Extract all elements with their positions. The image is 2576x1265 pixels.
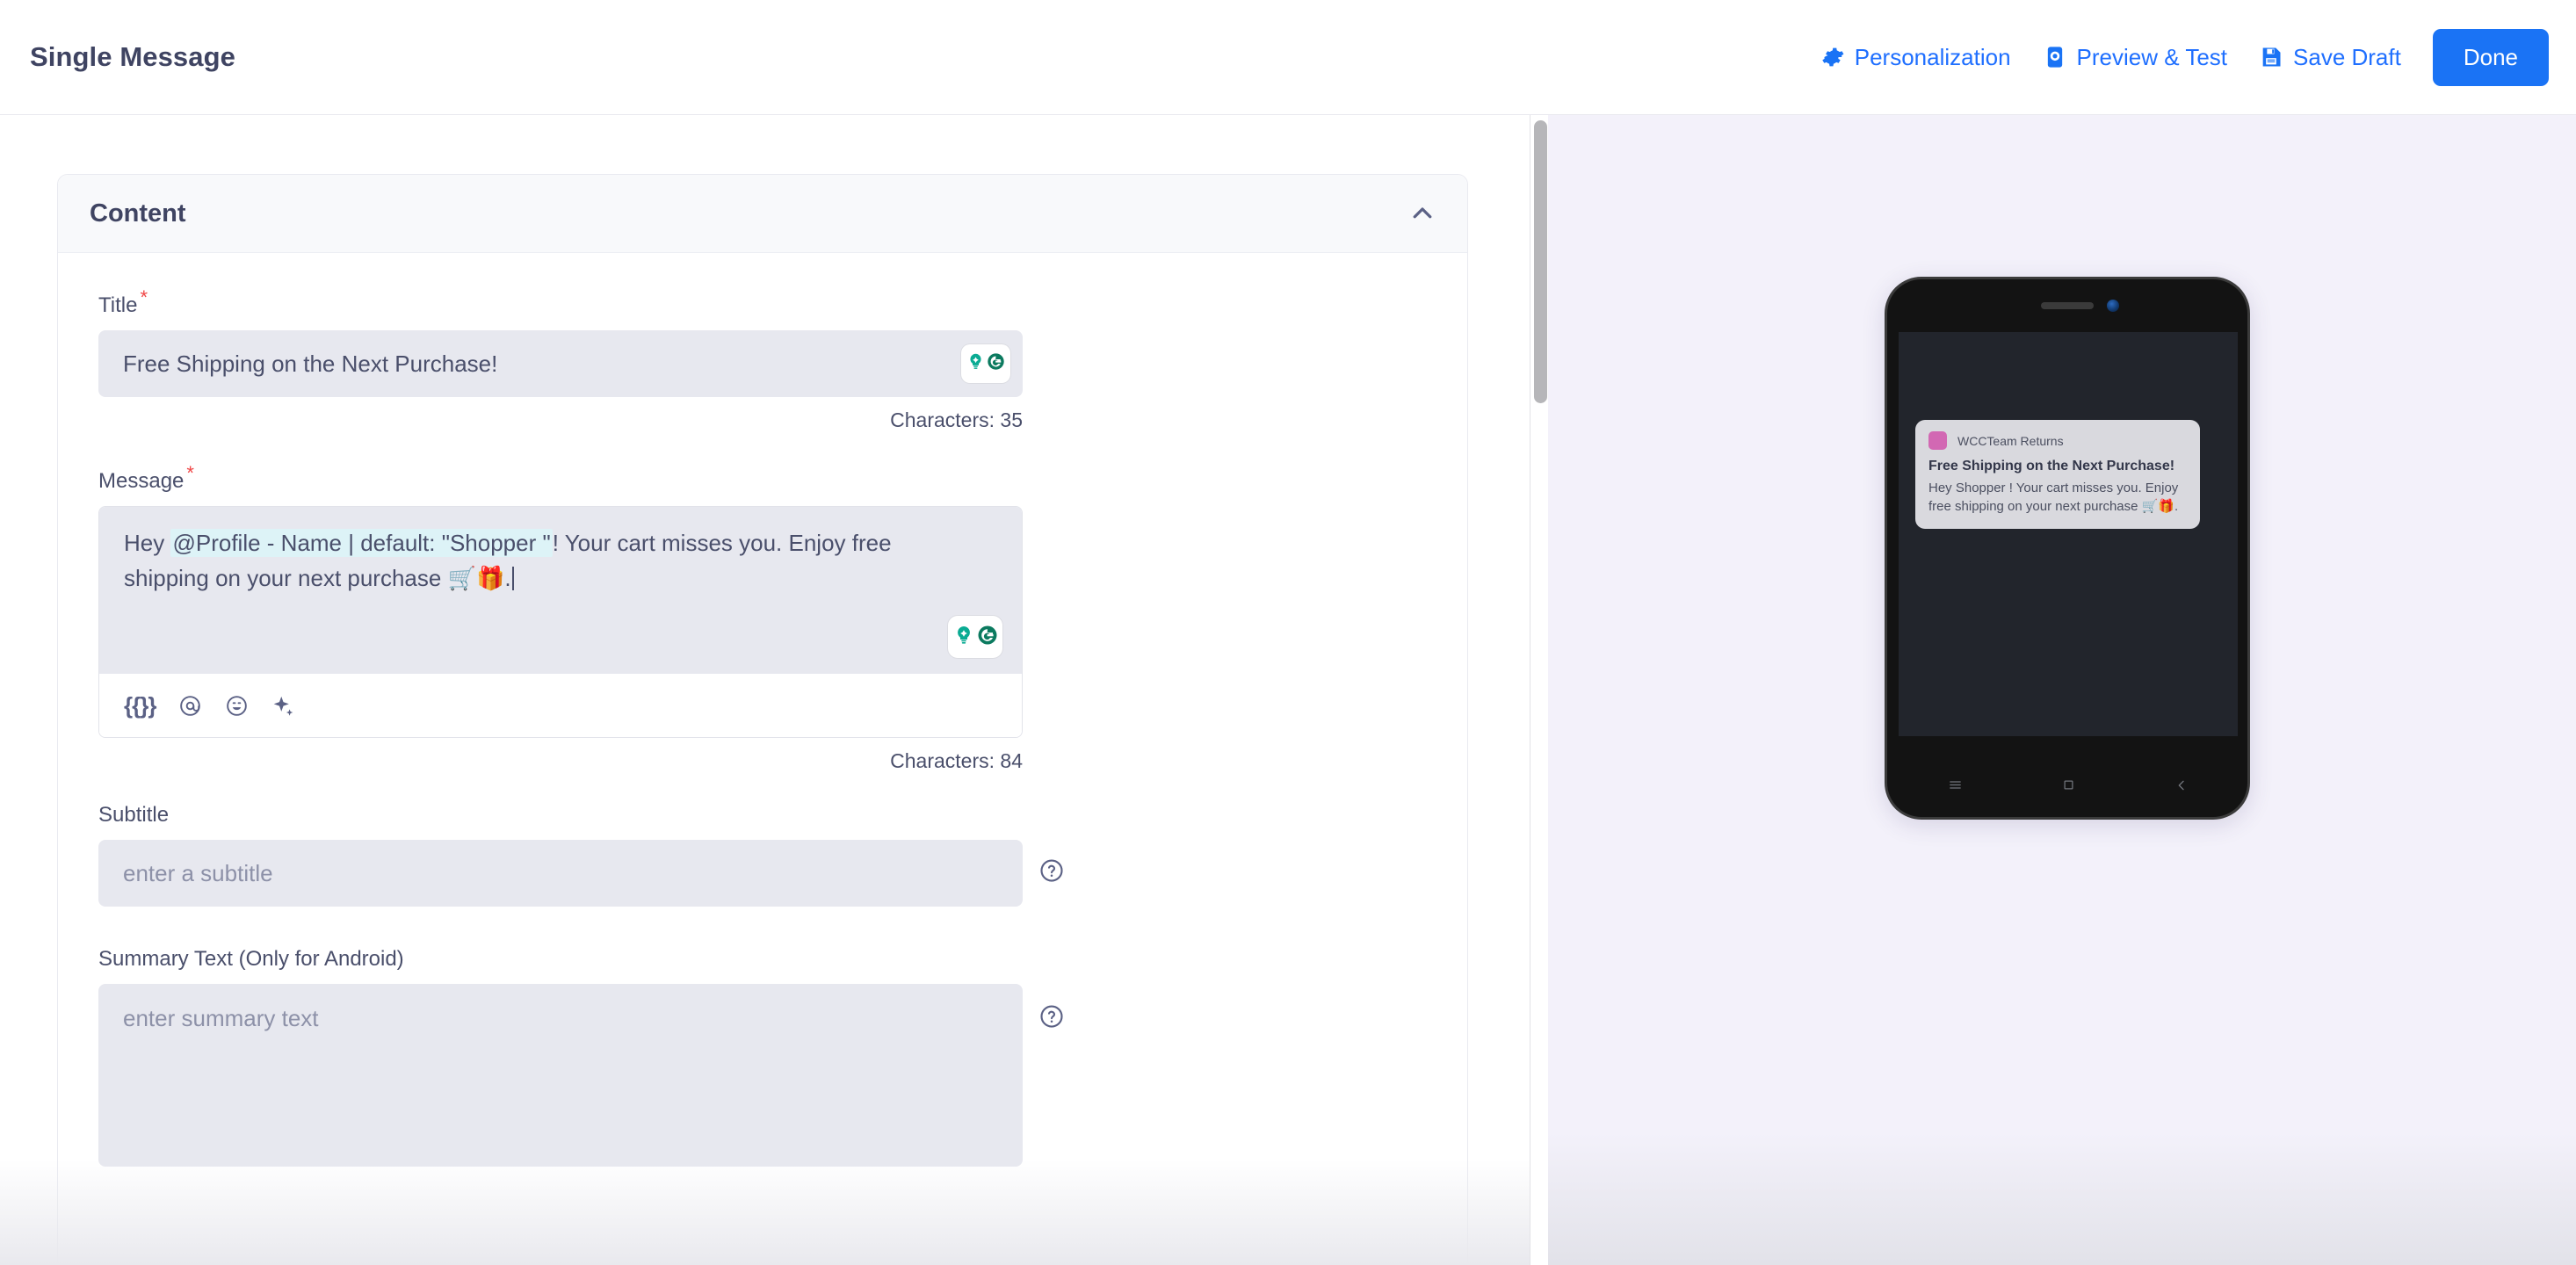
message-textarea[interactable]: Hey @Profile - Name | default: "Shopper … <box>99 507 1022 674</box>
message-text-prefix: Hey <box>124 530 171 556</box>
message-field-group: Message * Hey @Profile - Name | default: … <box>98 462 1427 773</box>
subtitle-label: Subtitle <box>98 803 170 827</box>
editor-scrollbar-thumb[interactable] <box>1534 120 1547 403</box>
notification-body: Hey Shopper ! Your cart misses you. Enjo… <box>1928 480 2179 515</box>
preview-and-test-label: Preview & Test <box>2076 43 2228 70</box>
summary-textarea[interactable]: enter summary text <box>98 984 1023 1167</box>
app-icon <box>1928 431 1947 450</box>
page-title: Single Message <box>30 41 235 72</box>
preview-bottom-fade <box>1548 1133 2576 1265</box>
title-input[interactable]: Free Shipping on the Next Purchase! <box>98 330 1023 397</box>
header-actions: Personalization Preview & Test Save Draf… <box>1803 28 2549 86</box>
save-draft-button[interactable]: Save Draft <box>2243 35 2417 80</box>
title-char-count: Characters: 35 <box>890 408 1023 431</box>
question-mark-circle-icon[interactable] <box>1038 1003 1065 1034</box>
subtitle-field-group: Subtitle enter a subtitle <box>98 803 1427 907</box>
title-required-marker: * <box>140 286 148 308</box>
lightbulb-idea-icon[interactable] <box>966 352 985 375</box>
save-draft-label: Save Draft <box>2293 43 2401 70</box>
question-mark-circle-icon[interactable] <box>1038 857 1065 888</box>
chevron-up-icon[interactable] <box>1409 200 1436 227</box>
message-toolbar: {{}} <box>99 674 1022 737</box>
content-card-header[interactable]: Content <box>58 175 1467 253</box>
liquid-tag-icon[interactable]: {{}} <box>124 692 156 719</box>
back-chevron-icon[interactable] <box>2174 778 2189 797</box>
top-header-bar: Single Message Personalization Preview &… <box>0 0 2576 115</box>
title-input-value: Free Shipping on the Next Purchase! <box>123 350 498 377</box>
gear-icon <box>1819 44 1845 70</box>
emoji-icon[interactable] <box>225 694 249 718</box>
done-button[interactable]: Done <box>2432 28 2549 86</box>
menu-lines-icon[interactable] <box>1948 777 1963 797</box>
phone-preview-frame: WCCTeam Returns Free Shipping on the Nex… <box>1885 277 2250 820</box>
ai-sparkle-icon[interactable] <box>271 694 295 718</box>
personalization-button[interactable]: Personalization <box>1803 35 2027 80</box>
text-caret <box>511 566 514 590</box>
phone-speaker-grill <box>2041 302 2094 309</box>
phone-navigation-bar <box>1899 770 2238 805</box>
message-text: Hey @Profile - Name | default: "Shopper … <box>124 526 915 596</box>
message-writing-assistant-badge[interactable] <box>948 616 1002 658</box>
notification-header: WCCTeam Returns <box>1928 431 2187 450</box>
message-label-text: Message <box>98 469 185 493</box>
subtitle-placeholder: enter a subtitle <box>123 859 273 886</box>
content-card: Content Title * Free Shipping on the Next… <box>57 174 1468 1265</box>
personalization-at-icon[interactable] <box>178 694 202 718</box>
title-field-group: Title * Free Shipping on the Next Purchas… <box>98 286 1427 432</box>
content-card-title: Content <box>90 199 186 228</box>
message-required-marker: * <box>186 462 194 484</box>
home-square-icon[interactable] <box>2062 778 2075 796</box>
phone-front-camera <box>2107 300 2119 312</box>
subtitle-input[interactable]: enter a subtitle <box>98 840 1023 907</box>
writing-assistant-badge[interactable] <box>961 344 1010 383</box>
notification-card[interactable]: WCCTeam Returns Free Shipping on the Nex… <box>1915 420 2200 530</box>
content-card-body: Title * Free Shipping on the Next Purchas… <box>58 253 1467 1230</box>
phone-screen: WCCTeam Returns Free Shipping on the Nex… <box>1899 332 2238 736</box>
summary-placeholder: enter summary text <box>123 1005 319 1031</box>
mobile-preview-icon <box>2043 45 2067 69</box>
lightbulb-idea-icon[interactable] <box>953 625 974 650</box>
message-char-count: Characters: 84 <box>890 749 1023 772</box>
personalization-label: Personalization <box>1854 43 2011 70</box>
message-editor[interactable]: Hey @Profile - Name | default: "Shopper … <box>98 506 1023 738</box>
summary-field-group: Summary Text (Only for Android) enter su… <box>98 947 1427 1167</box>
editor-scroll-pane[interactable]: Content Title * Free Shipping on the Next… <box>0 115 1530 1265</box>
summary-label: Summary Text (Only for Android) <box>98 947 404 971</box>
title-label-text: Title <box>98 293 138 317</box>
title-label: Title * <box>98 286 148 318</box>
save-disk-icon <box>2259 45 2283 69</box>
notification-app-name: WCCTeam Returns <box>1957 433 2064 448</box>
preview-pane: WCCTeam Returns Free Shipping on the Nex… <box>1548 115 2576 1265</box>
personalization-token[interactable]: @Profile - Name | default: "Shopper " <box>170 529 553 557</box>
grammarly-g-icon[interactable] <box>977 625 998 650</box>
message-label: Message * <box>98 462 194 494</box>
preview-and-test-button[interactable]: Preview & Test <box>2027 35 2243 80</box>
grammarly-g-icon[interactable] <box>987 352 1005 375</box>
editor-scrollbar-track[interactable] <box>1530 115 1548 1265</box>
notification-title: Free Shipping on the Next Purchase! <box>1928 459 2175 473</box>
